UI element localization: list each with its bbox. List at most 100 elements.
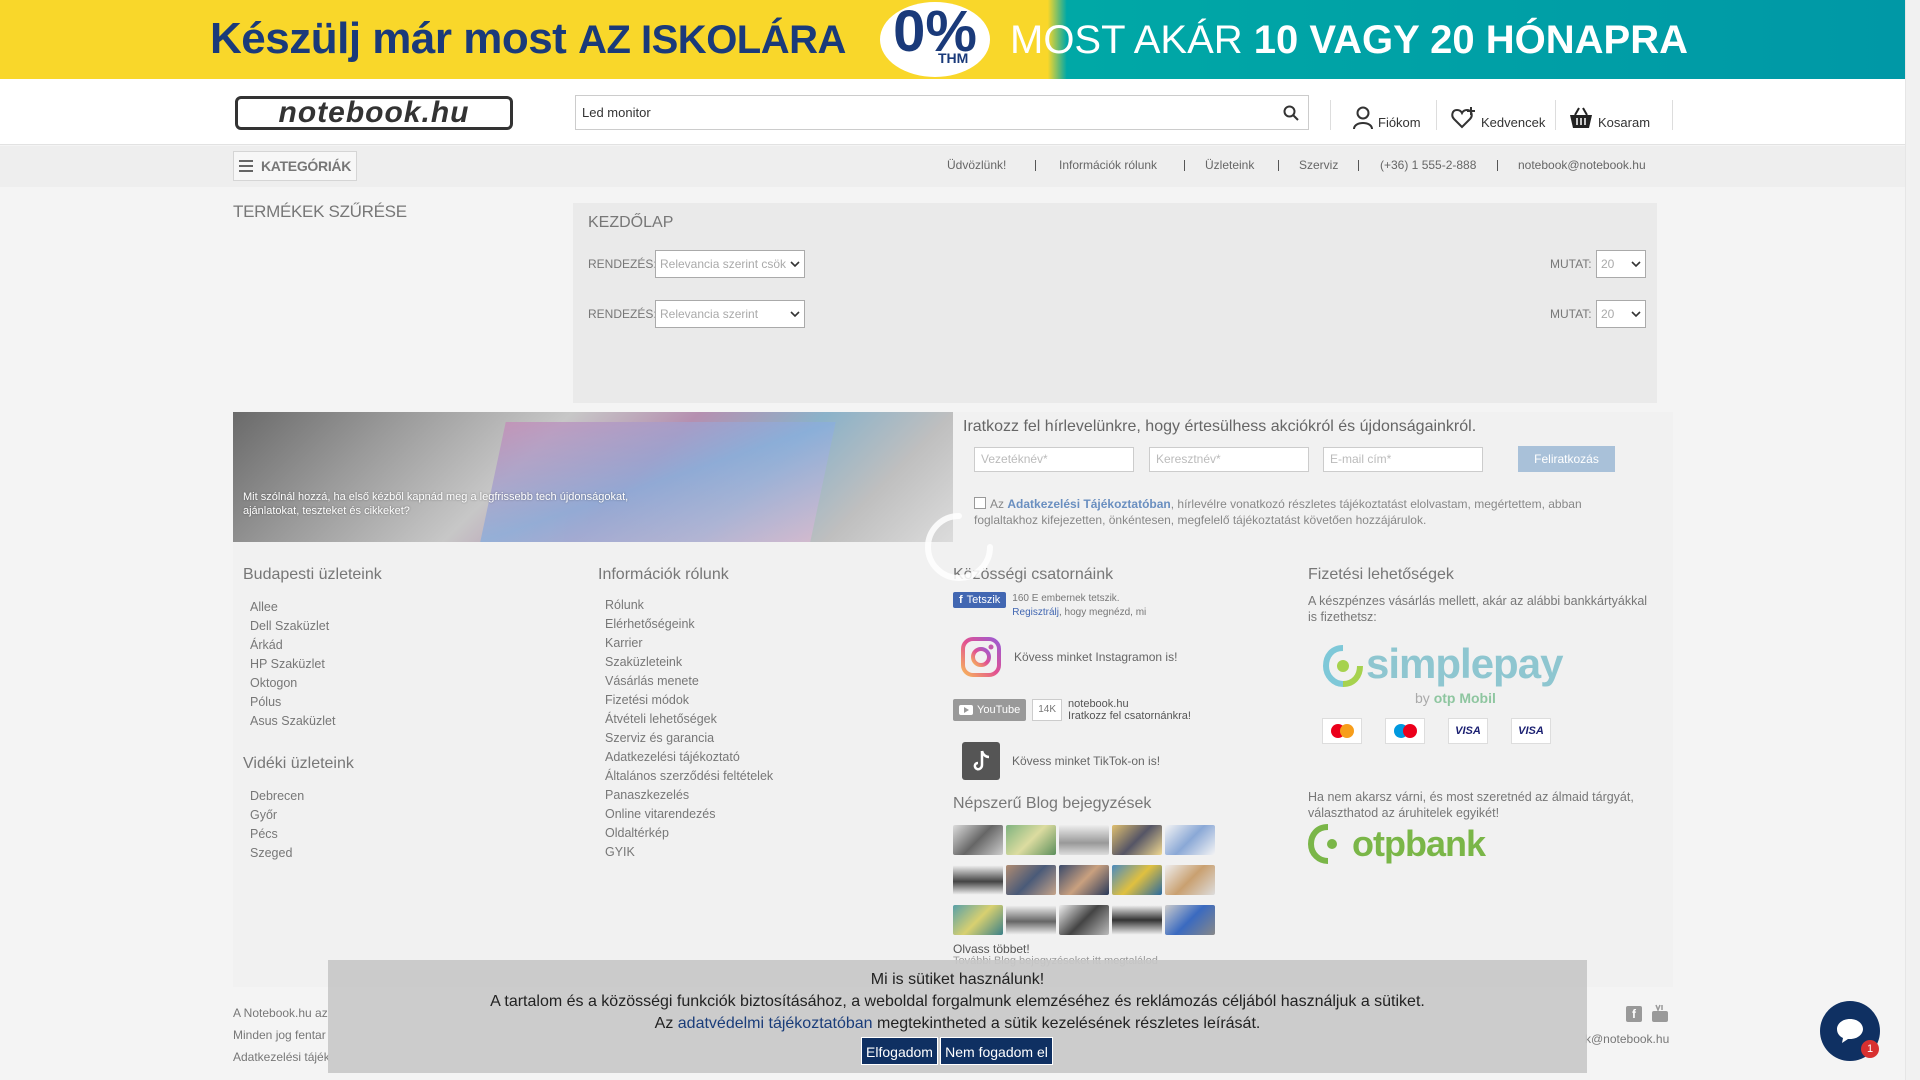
account-link[interactable]: Fiókom [1352,100,1421,130]
firstname-field[interactable]: Keresztnév* [1149,447,1309,472]
promo-banner[interactable]: Készülj már most AZ ISKOLÁRA 0% THM MOST … [0,0,1905,79]
categories-button[interactable]: KATEGÓRIÁK [233,151,357,181]
list-item[interactable]: Fizetési módok [605,691,773,710]
tiktok-row[interactable]: Kövess minket TikTok-on is! [962,742,1160,780]
list-item[interactable]: Oldaltérkép [605,824,773,843]
list-item[interactable]: Rólunk [605,596,773,615]
youtube-icon[interactable] [1652,1004,1668,1025]
list-item[interactable]: Debrecen [250,787,304,806]
facebook-like-text: 160 E embernek tetszik. Regisztrálj, hog… [1012,593,1147,618]
list-item[interactable]: Szerviz és garancia [605,729,773,748]
blog-thumbnail[interactable] [1112,865,1162,895]
credit-text: Ha nem akarsz várni, és most szeretnéd a… [1308,790,1634,820]
blog-thumbnail[interactable] [1059,825,1109,855]
blog-thumbnail[interactable] [1006,905,1056,935]
search-input[interactable] [576,96,1256,129]
list-item[interactable]: Elérhetőségeink [605,615,773,634]
list-item[interactable]: Általános szerződési feltételek [605,767,773,786]
facebook-register-link[interactable]: Regisztrálj [1012,607,1059,618]
subscribe-button[interactable]: Feliratkozás [1518,446,1615,472]
list-item[interactable]: Karrier [605,634,773,653]
chat-bubble-icon [1837,1019,1863,1043]
blog-thumbnail[interactable] [953,865,1003,895]
list-item[interactable]: Pólus [250,693,335,712]
facebook-like-button[interactable]: f Tetszik [953,592,1007,608]
instagram-label: Kövess minket Instagramon is! [1014,650,1178,664]
list-item[interactable]: Szeged [250,844,304,863]
site-logo[interactable]: notebook.hu [235,96,513,130]
footer-email[interactable]: k@notebook.hu [1585,1032,1669,1046]
facebook-icon[interactable]: f [1626,1006,1642,1022]
page-scrollbar[interactable] [1905,0,1920,1080]
cookie-privacy-link[interactable]: adatvédelmi tájékoztatóban [678,1015,873,1032]
accept-cookies-button[interactable]: Elfogadom [861,1037,938,1065]
otpbank-logo[interactable]: otpbank [1308,823,1486,865]
sort-select-bottom[interactable]: Relevancia szerint [655,300,805,328]
categories-label: KATEGÓRIÁK [260,158,352,174]
youtube-subscribe-button[interactable]: YouTube [953,699,1027,721]
nav-separator [1035,160,1036,171]
mastercard-icon [1322,718,1362,744]
list-item[interactable]: GYIK [605,843,773,862]
instagram-row[interactable]: Kövess minket Instagramon is! [960,636,1177,678]
cart-link[interactable]: Kosaram [1568,100,1650,130]
payment-text: A készpénzes vásárlás mellett, akár az a… [1308,594,1648,624]
list-item[interactable]: Online vitarendezés [605,805,773,824]
list-item[interactable]: Dell Szaküzlet [250,617,335,636]
show-label: MUTAT: [1550,257,1592,271]
nav-link-stores[interactable]: Üzleteink [1205,158,1254,172]
nav-link-email[interactable]: notebook@notebook.hu [1518,158,1646,172]
list-item[interactable]: Pécs [250,825,304,844]
list-item[interactable]: Vásárlás menete [605,672,773,691]
search-button[interactable] [1274,96,1308,129]
email-field[interactable]: E-mail cím* [1323,447,1483,472]
blog-thumbnail[interactable] [1006,825,1056,855]
blog-thumbnail[interactable] [1059,905,1109,935]
list-item[interactable]: Allee [250,598,335,617]
nav-link-service[interactable]: Szerviz [1299,158,1338,172]
blog-thumbnail[interactable] [1165,825,1215,855]
read-more-link[interactable]: Olvass többet! [953,942,1030,956]
list-item[interactable]: Szaküzleteink [605,653,773,672]
sort-label: RENDEZÉS: [588,257,657,271]
chevron-down-icon [1631,261,1641,268]
nav-separator [1184,160,1185,171]
blog-thumbnail[interactable] [1165,865,1215,895]
list-item[interactable]: Oktogon [250,674,335,693]
visa-electron-icon: VISA [1511,718,1551,744]
list-item[interactable]: HP Szaküzlet [250,655,335,674]
blog-thumbnail[interactable] [953,825,1003,855]
footer-line[interactable]: Adatkezelési tájék [233,1050,330,1064]
decline-cookies-button[interactable]: Nem fogadom el [940,1037,1053,1065]
blog-thumbnail[interactable] [1112,905,1162,935]
blog-thumbnail[interactable] [1006,865,1056,895]
nav-link-welcome[interactable]: Üdvözlünk! [947,158,1006,172]
nav-link-phone[interactable]: (+36) 1 555-2-888 [1380,158,1476,172]
blog-thumbnail[interactable] [1112,825,1162,855]
list-item[interactable]: Asus Szaküzlet [250,712,335,731]
sort-select-top[interactable]: Relevancia szerint csök [655,250,805,278]
show-select-bottom[interactable]: 20 [1596,300,1646,328]
privacy-link[interactable]: Adatkezelési Tájékoztatóban [1007,497,1170,511]
nav-link-about[interactable]: Információk rólunk [1059,158,1157,172]
list-item[interactable]: Győr [250,806,304,825]
simplepay-mark-icon [1322,645,1363,687]
blog-thumbnail[interactable] [953,905,1003,935]
info-list: Rólunk Elérhetőségeink Karrier Szaküzlet… [605,596,773,862]
blog-thumbnail[interactable] [1165,905,1215,935]
list-item[interactable]: Panaszkezelés [605,786,773,805]
header-divider [1436,100,1437,130]
breadcrumb[interactable]: KEZDŐLAP [588,214,673,232]
list-item[interactable]: Átvételi lehetőségek [605,710,773,729]
newsletter-title: Iratkozz fel hírlevelünkre, hogy értesül… [963,418,1477,435]
footer-line: Minden jog fentar [233,1028,326,1042]
favorites-link[interactable]: Kedvencek [1451,100,1545,130]
chat-notification-badge: 1 [1861,1040,1879,1058]
show-select-value: 20 [1601,307,1615,321]
show-select-top[interactable]: 20 [1596,250,1646,278]
lastname-field[interactable]: Vezetéknév* [974,447,1134,472]
list-item[interactable]: Árkád [250,636,335,655]
visa-icon: VISA [1448,718,1488,744]
list-item[interactable]: Adatkezelési tájékoztató [605,748,773,767]
blog-thumbnail[interactable] [1059,865,1109,895]
